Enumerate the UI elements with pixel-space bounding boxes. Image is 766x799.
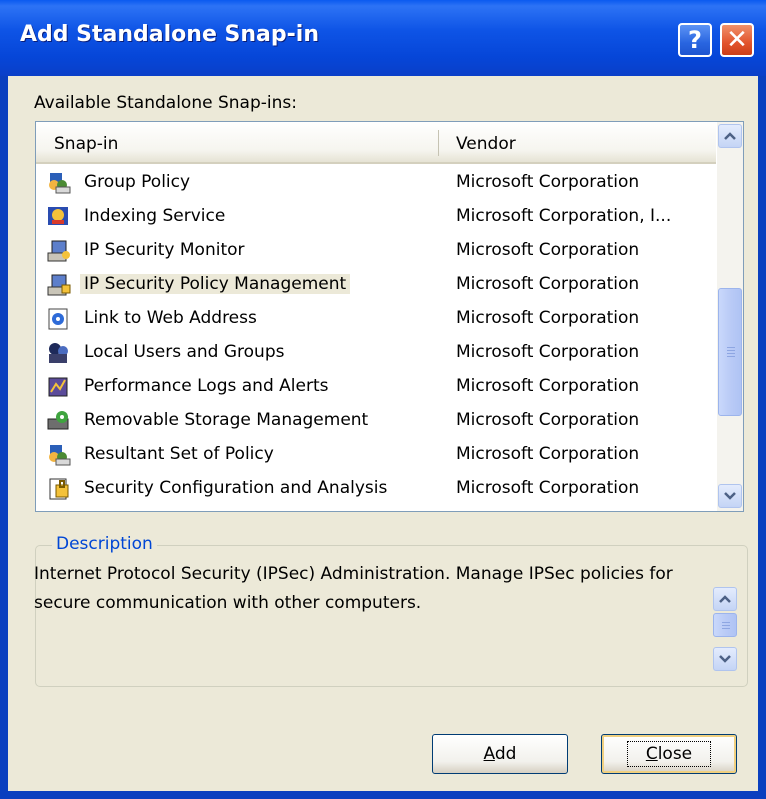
description-text: Internet Protocol Security (IPSec) Admin… [34, 564, 673, 613]
snapin-name: Resultant Set of Policy [84, 444, 274, 464]
close-icon: ✕ [726, 25, 748, 55]
list-item[interactable]: Link to Web Address Microsoft Corporatio… [36, 302, 716, 336]
web-link-icon [48, 308, 68, 330]
snapin-name: Security Configuration and Analysis [84, 478, 388, 498]
snapin-vendor: Microsoft Corporation [456, 444, 640, 464]
description-legend: Description [52, 534, 157, 554]
snapin-name: Local Users and Groups [84, 342, 285, 362]
list-item[interactable]: Indexing Service Microsoft Corporation, … [36, 200, 716, 234]
scroll-up-button[interactable] [718, 124, 742, 148]
close-window-button[interactable]: ✕ [720, 23, 754, 57]
dialog-body: Available Standalone Snap-ins: Snap-in V… [8, 76, 758, 791]
snapin-name: Link to Web Address [84, 308, 257, 328]
scroll-down-button[interactable] [718, 484, 742, 508]
column-header-vendor[interactable]: Vendor [456, 134, 516, 154]
snapin-vendor: Microsoft Corporation [456, 274, 640, 294]
snapin-vendor: Microsoft Corporation [456, 478, 640, 498]
list-header: Snap-in Vendor [36, 122, 716, 164]
available-snapins-label: Available Standalone Snap-ins: [34, 93, 297, 113]
snapin-name: Performance Logs and Alerts [84, 376, 329, 396]
list-item[interactable]: Security Configuration and Analysis Micr… [36, 472, 716, 506]
list-item[interactable]: Group Policy Microsoft Corporation [36, 166, 716, 200]
title-bar[interactable]: Add Standalone Snap-in ? ✕ [0, 0, 766, 76]
column-divider[interactable] [438, 130, 439, 156]
group-policy-icon [49, 173, 71, 194]
snapin-name: Group Policy [84, 172, 191, 192]
security-configuration-icon [49, 478, 69, 500]
add-button-label: Add [483, 744, 517, 764]
snapin-name: IP Security Monitor [84, 240, 245, 260]
ip-security-policy-icon [47, 274, 71, 296]
desc-scroll-thumb[interactable] [713, 613, 737, 637]
indexing-service-icon [48, 207, 68, 225]
ip-security-monitor-icon [47, 240, 70, 262]
add-standalone-snapin-dialog: Add Standalone Snap-in ? ✕ Available Sta… [0, 0, 766, 799]
help-icon: ? [688, 26, 702, 54]
column-header-snapin[interactable]: Snap-in [54, 134, 118, 154]
snapin-vendor: Microsoft Corporation [456, 410, 640, 430]
resultant-set-policy-icon [49, 445, 71, 466]
removable-storage-icon [47, 411, 69, 430]
snapin-vendor: Microsoft Corporation, I... [456, 206, 672, 226]
snapin-name: Indexing Service [84, 206, 226, 226]
list-item[interactable]: Performance Logs and Alerts Microsoft Co… [36, 370, 716, 404]
snapin-rows: Group Policy Microsoft Corporation Index… [36, 166, 716, 506]
list-vertical-scrollbar[interactable] [717, 122, 743, 511]
desc-scroll-down-button[interactable] [713, 647, 737, 671]
snapin-vendor: Microsoft Corporation [456, 172, 640, 192]
list-item[interactable]: Removable Storage Management Microsoft C… [36, 404, 716, 438]
snapin-vendor: Microsoft Corporation [456, 342, 640, 362]
scroll-thumb[interactable] [718, 288, 742, 416]
close-button-label: Close [626, 741, 712, 767]
description-group: Description Internet Protocol Security (… [34, 534, 748, 687]
list-item-selected[interactable]: IP Security Policy Management Microsoft … [36, 268, 716, 302]
list-item[interactable]: Resultant Set of Policy Microsoft Corpor… [36, 438, 716, 472]
list-item[interactable]: Local Users and Groups Microsoft Corpora… [36, 336, 716, 370]
snapin-name: IP Security Policy Management [80, 274, 351, 294]
chevron-down-icon [719, 655, 731, 663]
chevron-up-icon [724, 132, 736, 140]
snapin-vendor: Microsoft Corporation [456, 376, 640, 396]
dialog-title: Add Standalone Snap-in [20, 22, 319, 47]
snapin-vendor: Microsoft Corporation [456, 308, 640, 328]
close-button[interactable]: Close [601, 734, 737, 774]
list-item[interactable]: IP Security Monitor Microsoft Corporatio… [36, 234, 716, 268]
add-button[interactable]: Add [432, 734, 568, 774]
snapin-vendor: Microsoft Corporation [456, 240, 640, 260]
performance-logs-icon [48, 377, 68, 397]
description-scrollbar[interactable] [712, 587, 738, 673]
help-button[interactable]: ? [678, 23, 712, 57]
desc-scroll-up-button[interactable] [713, 587, 737, 611]
snapin-name: Removable Storage Management [84, 410, 369, 430]
chevron-up-icon [719, 595, 731, 603]
users-groups-icon [49, 343, 68, 363]
snapin-list[interactable]: Snap-in Vendor Group Policy Microsoft Co… [35, 121, 744, 512]
chevron-down-icon [724, 492, 736, 500]
